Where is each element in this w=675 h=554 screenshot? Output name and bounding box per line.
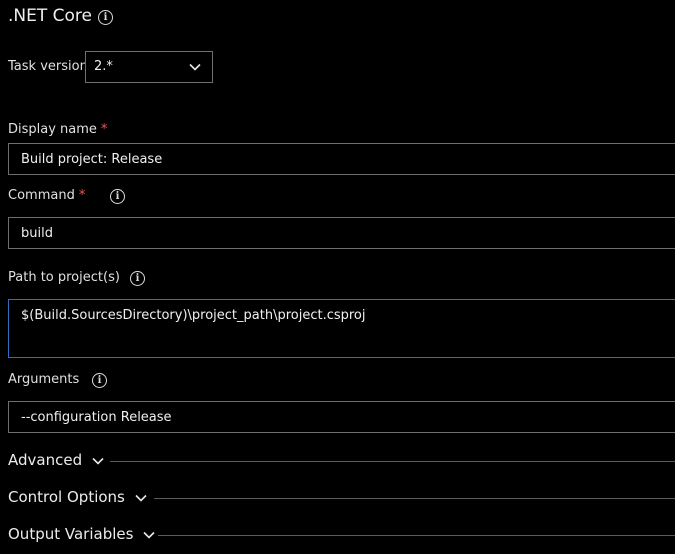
display-name-field[interactable]: Build project: Release [8,143,675,175]
advanced-section-toggle[interactable]: Advanced [8,451,105,469]
command-value: build [21,226,53,241]
command-label-text: Command [8,188,75,203]
output-variables-section-toggle[interactable]: Output Variables [8,525,156,543]
required-marker: * [78,188,86,203]
path-to-projects-value: $(Build.SourcesDirectory)\project_path\p… [21,308,366,323]
chevron-down-icon [135,494,147,502]
section-divider [158,535,675,536]
section-divider [154,498,675,499]
info-icon[interactable]: i [92,373,107,388]
task-version-value: 2.* [94,59,113,74]
arguments-label: Arguments [8,372,80,387]
task-title: .NET Core [8,6,92,26]
display-name-label: Display name * [8,122,107,137]
arguments-field[interactable]: --configuration Release [8,401,675,433]
task-version-label: Task version [8,59,88,74]
path-to-projects-field[interactable]: $(Build.SourcesDirectory)\project_path\p… [8,299,675,358]
output-variables-section-label: Output Variables [8,525,134,543]
info-icon[interactable]: i [130,271,145,286]
chevron-down-icon [92,457,104,465]
advanced-section-label: Advanced [8,451,83,469]
command-label: Command * [8,188,85,203]
required-marker: * [100,122,108,137]
display-name-value: Build project: Release [21,152,163,167]
command-field[interactable]: build [8,217,675,249]
control-options-section-label: Control Options [8,488,125,506]
info-icon[interactable]: i [98,10,113,25]
chevron-down-icon [189,63,201,71]
task-version-select[interactable]: 2.* [85,51,213,83]
info-icon[interactable]: i [110,189,125,204]
section-divider [110,461,675,462]
display-name-label-text: Display name [8,122,97,137]
chevron-down-icon [143,531,155,539]
arguments-value: --configuration Release [21,410,172,425]
control-options-section-toggle[interactable]: Control Options [8,488,148,506]
path-to-projects-label: Path to project(s) [8,270,120,285]
